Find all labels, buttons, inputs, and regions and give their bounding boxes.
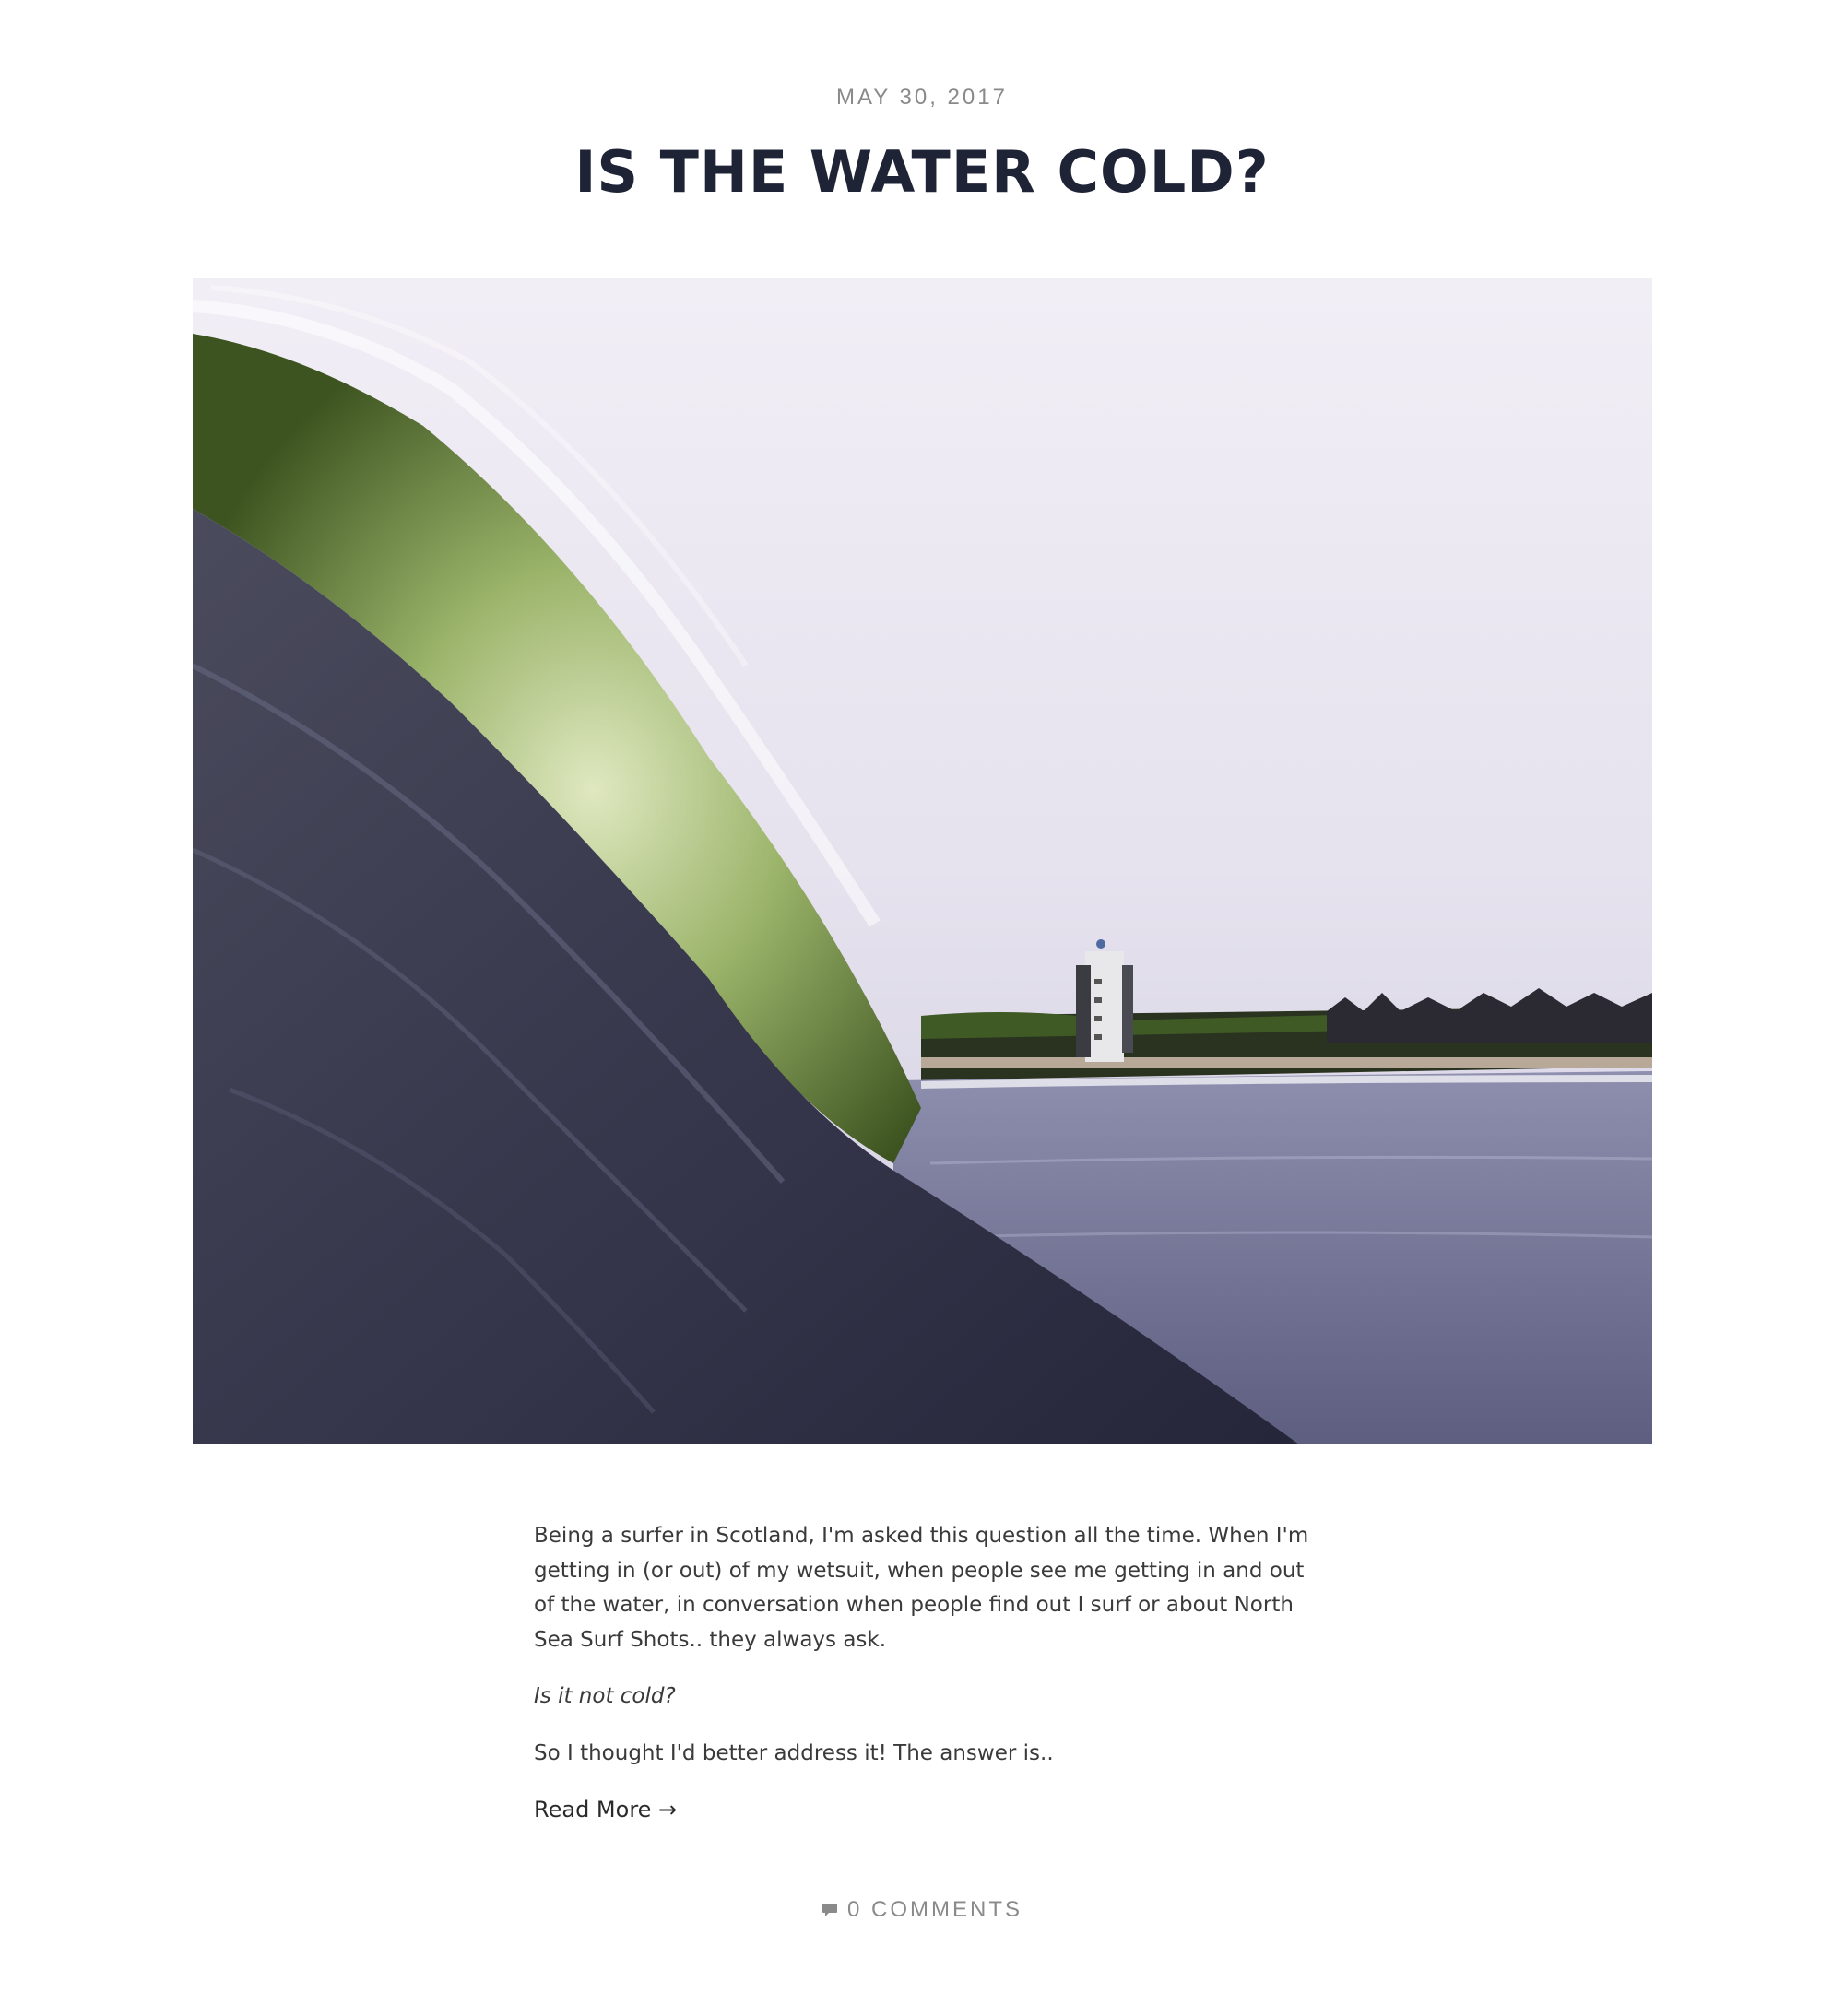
post-paragraph: Being a surfer in Scotland, I'm asked th…: [534, 1524, 1309, 1652]
comments-count-label: 0 COMMENTS: [846, 1897, 1022, 1922]
post-title[interactable]: IS THE WATER COLD?: [0, 138, 1844, 206]
comments-link[interactable]: 0 COMMENTS: [0, 1897, 1844, 1925]
read-more-link[interactable]: Read More →: [534, 1797, 677, 1822]
featured-image[interactable]: [193, 278, 1652, 1444]
speech-bubble-icon: [822, 1899, 838, 1925]
post-paragraph-question: Is it not cold?: [534, 1684, 676, 1708]
post-content: Being a surfer in Scotland, I'm asked th…: [534, 1519, 1310, 1851]
post-date[interactable]: MAY 30, 2017: [0, 85, 1844, 111]
post-paragraph: So I thought I'd better address it! The …: [534, 1740, 1054, 1765]
